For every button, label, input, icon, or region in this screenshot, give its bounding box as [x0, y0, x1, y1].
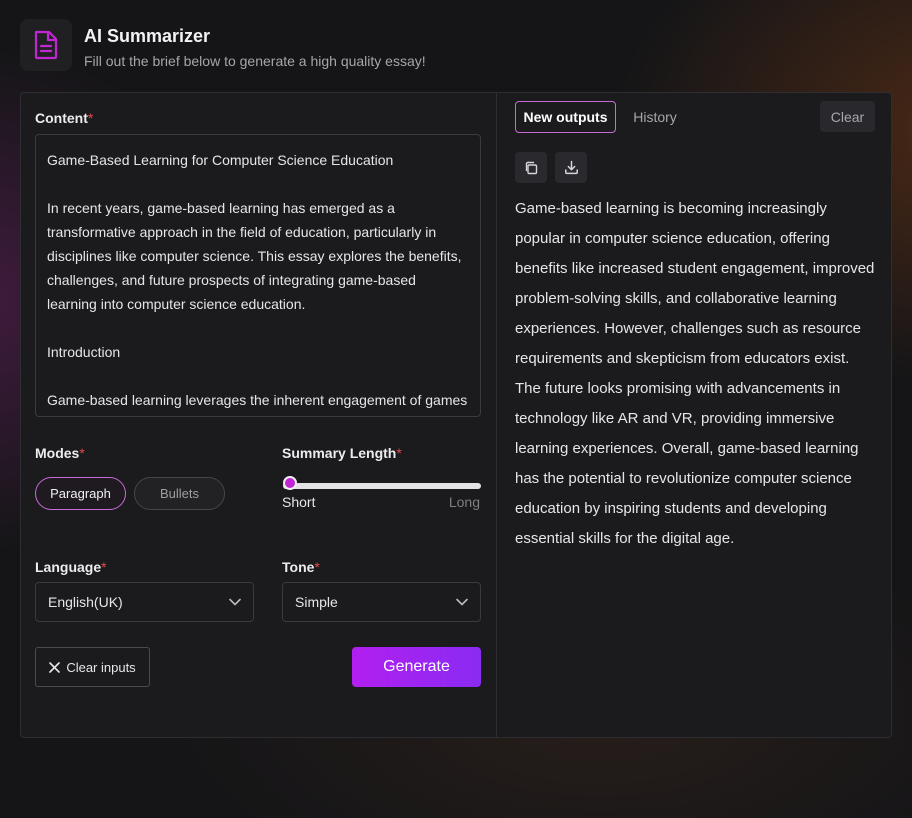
summary-length-max-label: Long [448, 494, 480, 510]
input-panel: Content* Game-Based Learning for Compute… [21, 93, 497, 737]
content-paragraph: In recent years, game-based learning has… [47, 200, 462, 312]
clear-inputs-button[interactable]: Clear inputs [35, 647, 150, 687]
content-paragraph: Game-based learning leverages the inhere… [47, 392, 468, 408]
app-icon-tile [20, 19, 72, 71]
language-label: Language* [35, 559, 107, 575]
summary-output-text: Game-based learning is becoming increasi… [515, 200, 875, 547]
content-textarea[interactable]: Game-Based Learning for Computer Science… [35, 134, 481, 417]
content-paragraph: Introduction [47, 344, 121, 360]
download-icon [564, 160, 578, 175]
clear-inputs-label: Clear inputs [66, 659, 136, 675]
tone-select[interactable]: Simple [282, 582, 481, 622]
mode-paragraph-button[interactable]: Paragraph [35, 477, 126, 510]
chevron-down-icon [456, 598, 468, 606]
modes-label: Modes* [35, 445, 85, 461]
summary-length-track[interactable] [283, 483, 481, 489]
tab-history[interactable]: History [618, 101, 692, 133]
document-icon [34, 30, 58, 60]
summarizer-card: Content* Game-Based Learning for Compute… [20, 92, 892, 738]
summary-length-label: Summary Length* [282, 445, 402, 461]
tone-label: Tone* [282, 559, 320, 575]
language-select[interactable]: English(UK) [35, 582, 254, 622]
chevron-down-icon [229, 598, 241, 606]
generate-button[interactable]: Generate [352, 647, 481, 687]
summary-length-handle[interactable] [283, 476, 297, 490]
summary-length-min-label: Short [282, 494, 316, 510]
page-title: AI Summarizer [84, 26, 211, 46]
copy-button[interactable] [515, 152, 547, 183]
page-subtitle: Fill out the brief below to generate a h… [84, 53, 426, 69]
tone-value: Simple [295, 594, 338, 610]
clear-output-button[interactable]: Clear [820, 101, 875, 132]
close-icon [49, 661, 61, 673]
download-button[interactable] [555, 152, 587, 183]
page-header: AI Summarizer Fill out the brief below t… [20, 19, 426, 71]
copy-icon [525, 161, 538, 174]
output-panel: New outputs History Clear Game-based lea… [498, 93, 891, 737]
language-value: English(UK) [48, 594, 123, 610]
tab-new-outputs[interactable]: New outputs [515, 101, 616, 133]
mode-bullets-button[interactable]: Bullets [134, 477, 225, 510]
content-paragraph: Game-Based Learning for Computer Science… [47, 152, 394, 168]
content-label: Content* [35, 110, 94, 126]
